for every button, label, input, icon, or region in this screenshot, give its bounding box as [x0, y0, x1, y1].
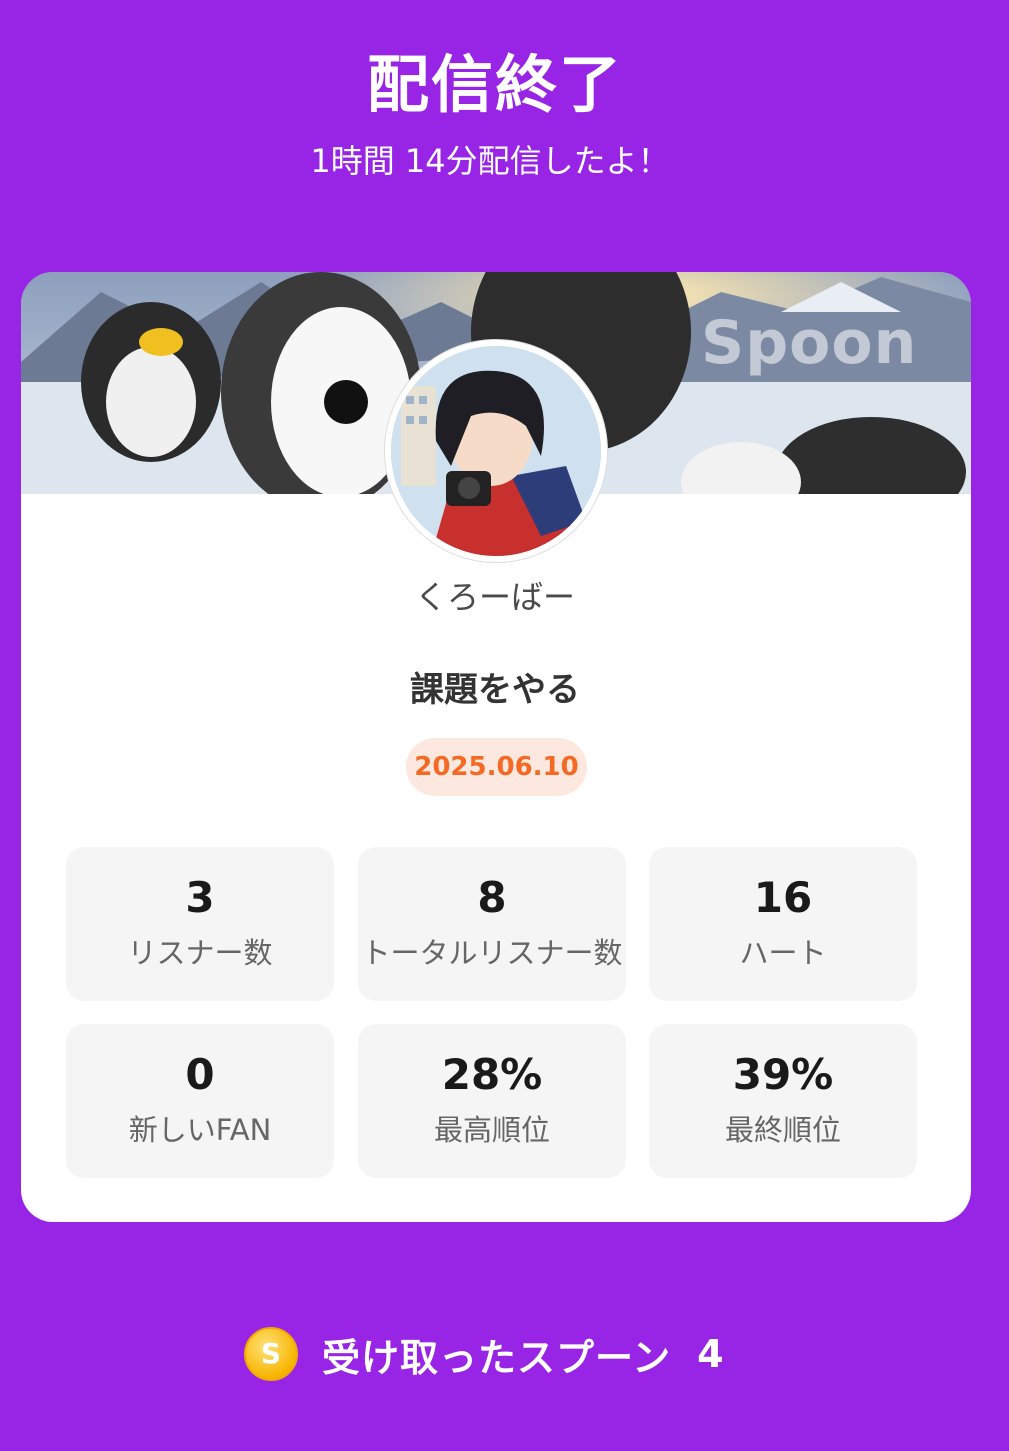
stat-label: リスナー数 — [127, 936, 273, 970]
received-spoons: S 受け取ったスプーン 4 — [244, 1326, 724, 1382]
stat-value: 3 — [185, 873, 215, 922]
stream-ended-screen: 配信終了 1時間 14分配信したよ！ Spoon くろーばー 課題をやる 202… — [0, 0, 1009, 1451]
stat-label: 新しいFAN — [128, 1113, 272, 1147]
stat-label: 最終順位 — [724, 1113, 841, 1147]
stat-value: 39% — [732, 1050, 834, 1099]
stat-highest-rank: 28% 最高順位 — [358, 1024, 626, 1178]
avatar[interactable] — [385, 340, 607, 562]
received-spoons-label: 受け取ったスプーン — [322, 1335, 672, 1380]
page-title: 配信終了 — [366, 48, 623, 121]
stat-listeners: 3 リスナー数 — [66, 847, 334, 1001]
stat-value: 0 — [185, 1050, 215, 1099]
stream-date-badge: 2025.06.10 — [406, 738, 587, 796]
stat-hearts: 16 ハート — [649, 847, 917, 1001]
stream-title: 課題をやる — [410, 670, 580, 710]
stat-label: ハート — [739, 936, 827, 970]
stat-value: 28% — [441, 1050, 543, 1099]
stat-final-rank: 39% 最終順位 — [649, 1024, 917, 1178]
stat-value: 16 — [753, 873, 813, 922]
received-spoons-count: 4 — [697, 1332, 724, 1376]
stat-total-listeners: 8 トータルリスナー数 — [358, 847, 626, 1001]
username[interactable]: くろーばー — [0, 572, 990, 618]
stat-label: 最高順位 — [433, 1113, 550, 1147]
cover-watermark: Spoon — [701, 308, 918, 378]
stat-new-fans: 0 新しいFAN — [66, 1024, 334, 1178]
stat-value: 8 — [477, 873, 507, 922]
stat-label: トータルリスナー数 — [361, 936, 623, 970]
stream-duration: 1時間 14分配信したよ！ — [310, 142, 670, 180]
spoon-coin-icon: S — [244, 1327, 298, 1381]
